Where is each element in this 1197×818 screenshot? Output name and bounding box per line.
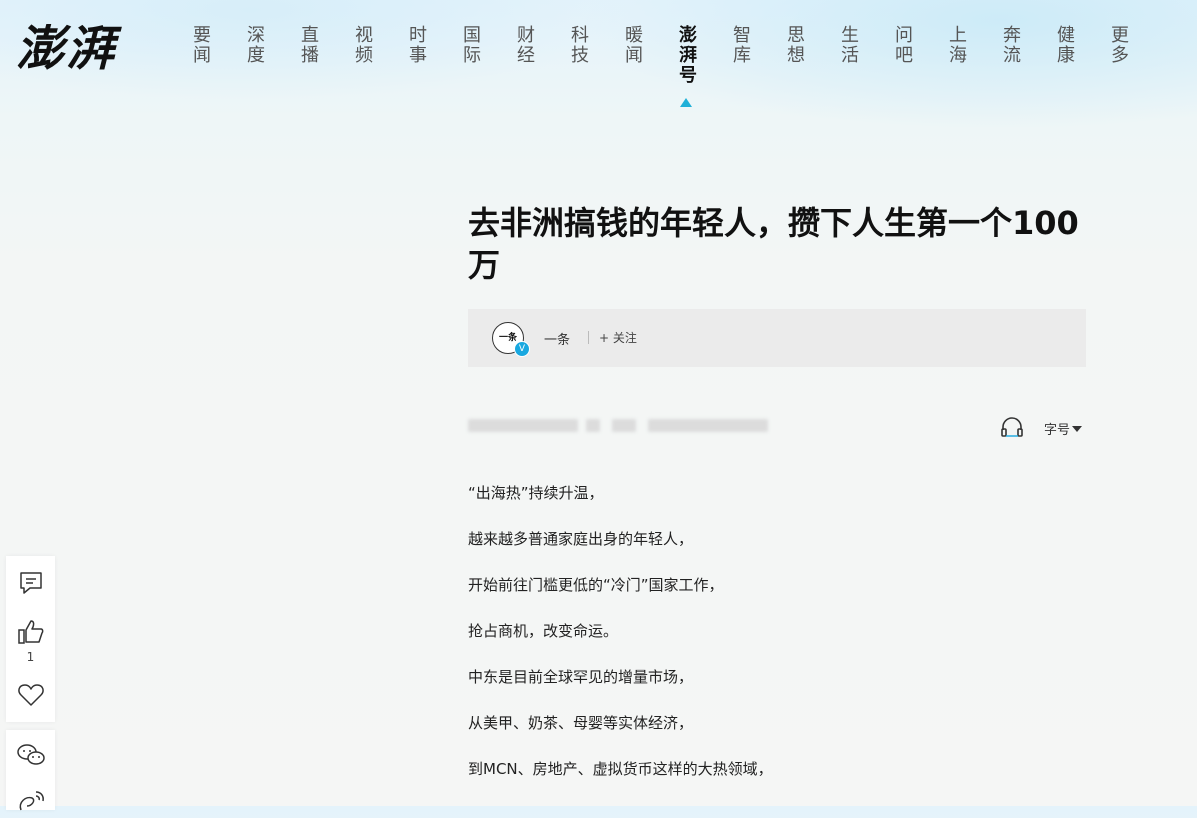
nav-item-11[interactable]: 思想 <box>776 26 816 66</box>
divider <box>588 331 589 344</box>
like-button[interactable]: 1 <box>6 618 55 664</box>
article-paragraph: 中东是目前全球罕见的增量市场， <box>468 668 694 686</box>
nav-item-17[interactable]: 更多 <box>1100 26 1140 66</box>
nav-item-14[interactable]: 上海 <box>938 26 978 66</box>
nav-item-6[interactable]: 财经 <box>506 26 546 66</box>
comment-icon <box>19 572 42 594</box>
heart-icon <box>17 684 44 706</box>
publish-meta-blurred <box>612 419 636 432</box>
publish-meta-blurred <box>586 419 600 432</box>
article-title: 去非洲搞钱的年轻人，攒下人生第一个100万 <box>468 204 1079 284</box>
thumbs-up-icon <box>17 620 43 644</box>
article-paragraph: 从美甲、奶茶、母婴等实体经济， <box>468 714 694 732</box>
nav-item-0[interactable]: 要闻 <box>182 26 222 66</box>
weibo-icon <box>19 791 44 811</box>
site-logo[interactable]: 澎湃 <box>16 18 126 80</box>
nav-item-7[interactable]: 科技 <box>560 26 600 66</box>
nav-item-4[interactable]: 时事 <box>398 26 438 66</box>
author-bar: 一条 V 一条 + 关注 <box>468 309 1086 367</box>
author-name[interactable]: 一条 <box>544 329 570 348</box>
weibo-share-button[interactable] <box>6 788 55 818</box>
nav-item-1[interactable]: 深度 <box>236 26 276 66</box>
publish-meta-blurred <box>648 419 768 432</box>
wechat-icon <box>16 744 45 765</box>
nav-item-8[interactable]: 暖闻 <box>614 26 654 66</box>
publish-meta-blurred <box>468 419 578 432</box>
active-nav-indicator <box>680 98 692 107</box>
nav-item-16[interactable]: 健康 <box>1046 26 1086 66</box>
nav-item-2[interactable]: 直播 <box>290 26 330 66</box>
article-paragraph: 越来越多普通家庭出身的年轻人， <box>468 530 694 548</box>
nav-item-9[interactable]: 澎湃号 <box>668 26 708 86</box>
nav-item-5[interactable]: 国际 <box>452 26 492 66</box>
follow-button[interactable]: + 关注 <box>599 329 637 346</box>
wechat-share-button[interactable] <box>6 742 55 772</box>
nav-item-15[interactable]: 奔流 <box>992 26 1032 66</box>
article-paragraph: 开始前往门槛更低的“冷门”国家工作， <box>468 576 724 594</box>
like-count: 1 <box>26 650 35 664</box>
caret-down-icon <box>1072 426 1083 432</box>
main-nav: 要闻深度直播视频时事国际财经科技暖闻澎湃号智库思想生活问吧上海奔流健康更多 <box>182 26 1142 116</box>
nav-item-12[interactable]: 生活 <box>830 26 870 66</box>
article-paragraph: “出海热”持续升温， <box>468 484 604 502</box>
nav-item-13[interactable]: 问吧 <box>884 26 924 66</box>
font-size-selector[interactable]: 字号 <box>1044 419 1083 438</box>
nav-item-3[interactable]: 视频 <box>344 26 384 66</box>
share-sidebar <box>6 730 55 811</box>
headphone-icon[interactable] <box>1000 416 1024 438</box>
article-paragraph: 抢占商机，改变命运。 <box>468 622 619 640</box>
action-sidebar: 1 <box>6 556 55 722</box>
article-paragraph: 到MCN、房地产、虚拟货币这样的大热领域， <box>468 760 773 778</box>
comment-button[interactable] <box>6 570 55 600</box>
verified-badge-icon: V <box>514 341 530 357</box>
nav-item-10[interactable]: 智库 <box>722 26 762 66</box>
favorite-button[interactable] <box>6 682 55 712</box>
font-size-label: 字号 <box>1044 423 1071 438</box>
